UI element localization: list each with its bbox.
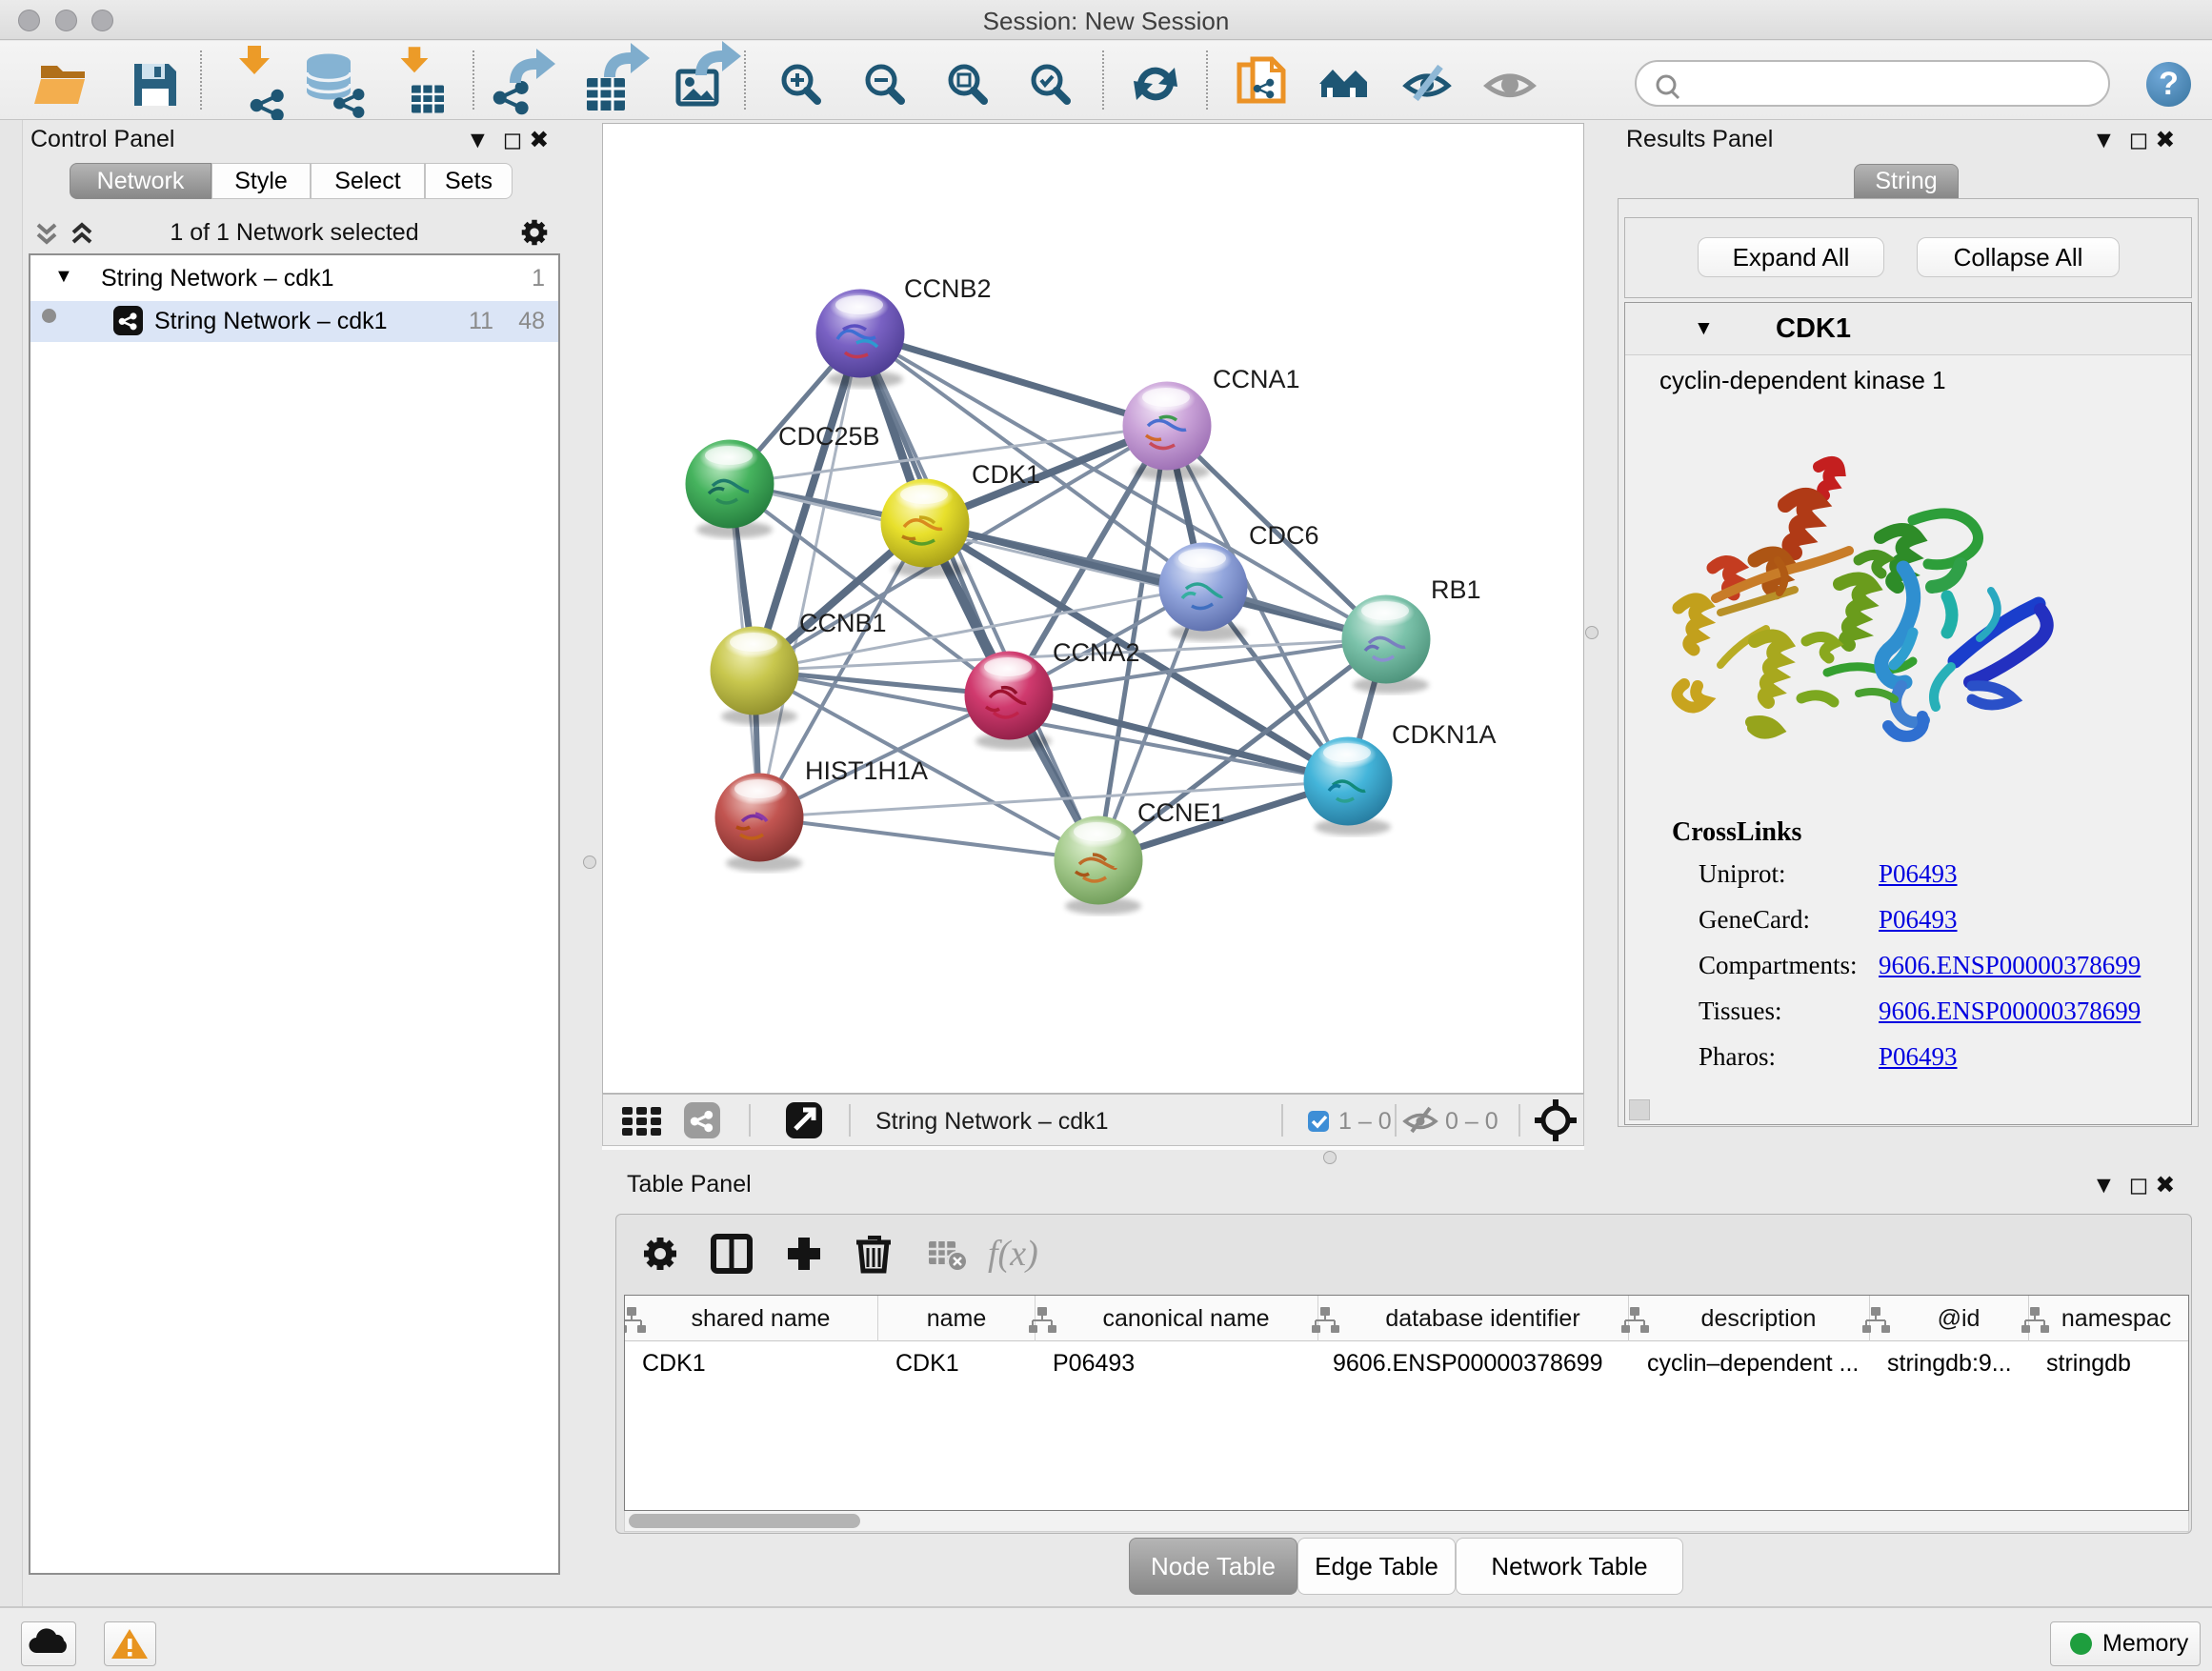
svg-text:CDC6: CDC6 xyxy=(1249,521,1319,550)
svg-text:1 – 0: 1 – 0 xyxy=(1338,1108,1392,1135)
svg-text:CDK1: CDK1 xyxy=(972,460,1040,489)
svg-text:HIST1H1A: HIST1H1A xyxy=(805,756,928,785)
svg-text:f(x): f(x) xyxy=(988,1234,1038,1274)
svg-text:CCNB2: CCNB2 xyxy=(904,274,992,303)
svg-text:CCNB1: CCNB1 xyxy=(799,609,887,637)
svg-text:CCNA1: CCNA1 xyxy=(1213,365,1300,393)
svg-text:RB1: RB1 xyxy=(1431,575,1481,604)
svg-text:CCNA2: CCNA2 xyxy=(1053,638,1140,667)
svg-text:CDC25B: CDC25B xyxy=(778,422,880,451)
svg-text:0 – 0: 0 – 0 xyxy=(1445,1108,1498,1135)
svg-text:String Network – cdk1: String Network – cdk1 xyxy=(875,1108,1109,1135)
svg-text:CDKN1A: CDKN1A xyxy=(1392,720,1497,749)
svg-text:CCNE1: CCNE1 xyxy=(1137,798,1225,827)
